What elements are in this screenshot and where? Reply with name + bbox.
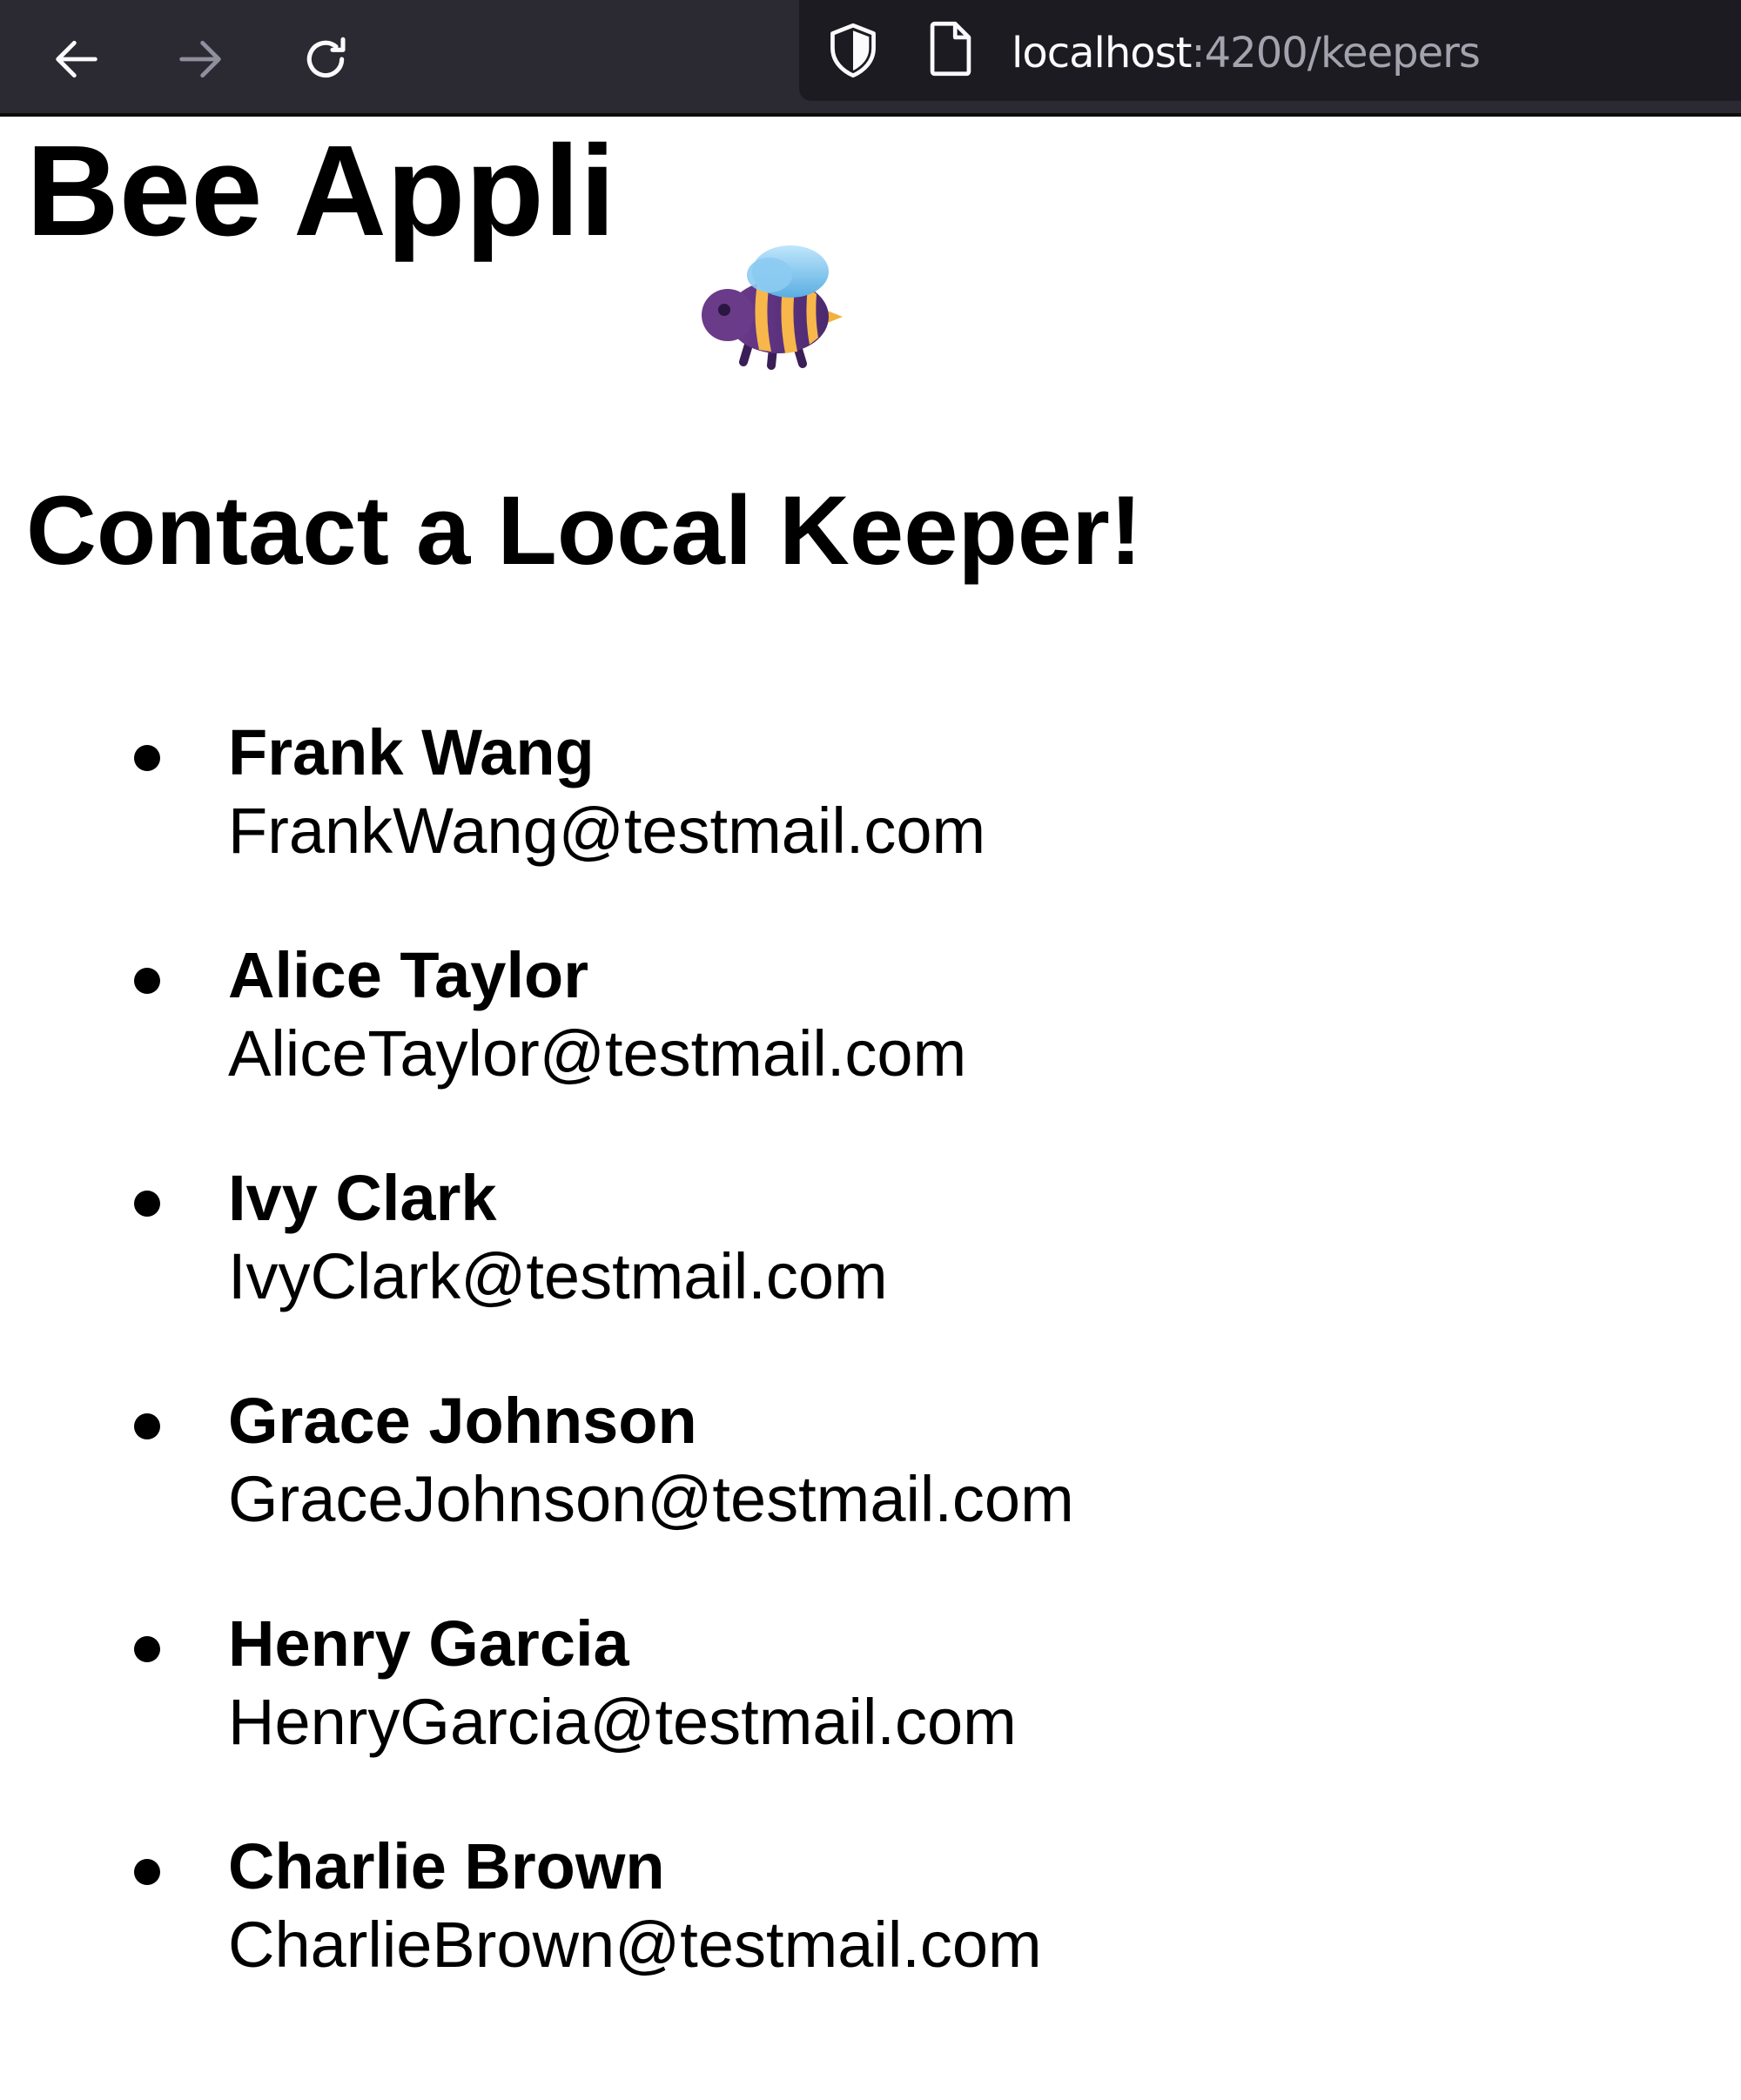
keeper-name: Frank Wang <box>228 716 595 788</box>
keeper-email: FrankWang@testmail.com <box>228 795 986 867</box>
url-path: :4200/keepers <box>1191 29 1480 77</box>
keeper-name: Henry Garcia <box>228 1607 629 1680</box>
bullet-icon <box>134 1859 160 1885</box>
keeper-name: Grace Johnson <box>228 1385 697 1457</box>
browser-toolbar: localhost:4200/keepers <box>0 0 1741 117</box>
url-bar[interactable]: localhost:4200/keepers <box>799 0 1741 101</box>
arrow-left-icon <box>56 40 97 78</box>
forward-button[interactable] <box>158 17 242 101</box>
keeper-email: CharlieBrown@testmail.com <box>228 1909 1042 1981</box>
page-icon[interactable] <box>924 19 977 78</box>
page-heading: Contact a Local Keeper! <box>26 476 1143 585</box>
reload-icon <box>306 37 346 78</box>
bullet-icon <box>134 1636 160 1662</box>
keeper-name: Charlie Brown <box>228 1830 665 1902</box>
keeper-email: IvyClark@testmail.com <box>228 1240 888 1312</box>
bullet-icon <box>134 968 160 994</box>
keeper-name: Alice Taylor <box>228 939 589 1011</box>
shield-icon[interactable] <box>825 21 881 80</box>
url-text[interactable]: localhost:4200/keepers <box>1012 26 1481 80</box>
bullet-icon <box>134 1413 160 1439</box>
keeper-email: HenryGarcia@testmail.com <box>228 1686 1017 1758</box>
keeper-name: Ivy Clark <box>228 1162 497 1234</box>
app-title: Bee Appli <box>26 119 616 263</box>
back-button[interactable] <box>35 17 118 101</box>
keeper-email: AliceTaylor@testmail.com <box>228 1017 967 1090</box>
bullet-icon <box>134 745 160 771</box>
bullet-icon <box>134 1191 160 1217</box>
arrow-right-icon <box>179 40 221 78</box>
keeper-email: GraceJohnson@testmail.com <box>228 1463 1074 1535</box>
bee-emoji-icon <box>702 245 843 370</box>
reload-button[interactable] <box>284 17 367 101</box>
url-host: localhost <box>1012 29 1192 77</box>
